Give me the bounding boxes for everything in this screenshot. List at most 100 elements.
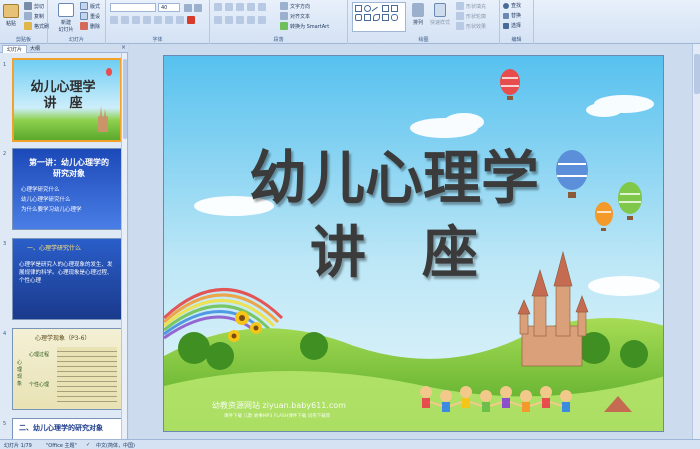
increase-indent-icon[interactable]	[247, 3, 255, 11]
delete-slide-button[interactable]: 删除	[80, 22, 100, 30]
arrange-icon	[412, 3, 424, 17]
char-spacing-icon[interactable]	[165, 16, 173, 24]
slide-thumbnail-4[interactable]: 心理学现象（P3-6） 心理现象 心理过程 个性心理	[12, 328, 122, 410]
new-slide-button[interactable]: 新建 幻灯片	[58, 3, 74, 33]
align-text-button[interactable]: 对齐文本	[280, 12, 310, 20]
arrange-button[interactable]: 排列	[412, 3, 424, 26]
quick-styles-button[interactable]: 快速样式	[430, 3, 450, 26]
bullets-icon[interactable]	[214, 3, 222, 11]
slide-title-line-1[interactable]: 幼儿心理学	[244, 146, 544, 210]
justify-icon[interactable]	[247, 16, 255, 24]
thumb-title: 幼儿心理学 讲 座	[30, 80, 96, 111]
cut-button[interactable]: 剪切	[24, 2, 44, 10]
thumb-label: 个性心理	[29, 382, 50, 388]
star-shape-icon[interactable]	[364, 14, 371, 21]
reset-icon	[80, 12, 88, 20]
decrease-indent-icon[interactable]	[236, 3, 244, 11]
thumb-lines	[57, 347, 117, 403]
shrink-font-button[interactable]	[194, 4, 202, 12]
rounded-rect-shape-icon[interactable]	[355, 14, 362, 21]
replace-icon	[503, 12, 509, 19]
slides-group-label: 幻灯片	[68, 37, 84, 43]
scrollbar-thumb[interactable]	[694, 54, 700, 94]
font-name-field[interactable]	[110, 3, 156, 12]
castle-icon	[98, 106, 108, 132]
close-icon[interactable]: ×	[121, 44, 126, 51]
curve-shape-icon[interactable]	[373, 14, 380, 21]
thumb-bullet: 心理学研究什么	[21, 187, 60, 193]
thumb-title: 二、幼儿心理学的研究对象	[19, 424, 103, 432]
rectangle-shape-icon[interactable]	[355, 5, 362, 12]
layout-button[interactable]: 版式	[80, 2, 100, 10]
replace-button[interactable]: 替换	[503, 12, 521, 19]
watermark-sub: 课件下载 儿歌 故事MP3 FLASH课件下载 试卷下载等	[224, 414, 331, 419]
bold-icon[interactable]	[110, 16, 118, 24]
slide-thumbnail-2[interactable]: 第一讲：幼儿心理学的 研究对象 心理学研究什么 幼儿心理学研究什么 为什么要学习…	[12, 148, 122, 230]
new-slide-icon	[58, 3, 74, 17]
brace-shape-icon[interactable]	[391, 14, 398, 21]
slide-thumbnail-5[interactable]: 二、幼儿心理学的研究对象	[12, 418, 122, 439]
numbering-icon[interactable]	[225, 3, 233, 11]
copy-button[interactable]: 复制	[24, 12, 44, 20]
shapes-gallery[interactable]	[352, 2, 406, 32]
quick-styles-icon	[434, 3, 446, 17]
line-spacing-icon[interactable]	[258, 3, 266, 11]
delete-icon	[80, 22, 88, 30]
callout-shape-icon[interactable]	[382, 14, 389, 21]
italic-icon[interactable]	[121, 16, 129, 24]
align-left-icon[interactable]	[214, 16, 222, 24]
spellcheck-icon[interactable]: ✓	[86, 442, 90, 448]
grow-font-button[interactable]	[184, 4, 192, 12]
thumb-bullet: 为什么要学习幼儿心理学	[21, 207, 82, 213]
thumb-body: 心理学是研究人的心理现象的发生、发展规律的科学。心理现象是心理过程、个性心理	[19, 262, 113, 284]
font-size-field[interactable]: 40	[158, 3, 180, 12]
oval-shape-icon[interactable]	[364, 5, 371, 12]
font-group-label: 字体	[152, 37, 163, 43]
align-right-icon[interactable]	[236, 16, 244, 24]
clipboard-group: 粘贴 剪切 复制 格式刷 剪贴板	[0, 0, 49, 44]
font-color-icon[interactable]	[187, 16, 195, 24]
current-slide[interactable]: 幼儿心理学 讲 座 幼教资源网站 ziyuan.baby611.com 课件下载…	[163, 55, 664, 432]
slide-title-line-2[interactable]: 讲 座	[274, 222, 514, 286]
grow-font-icon	[184, 4, 192, 12]
text-direction-icon	[280, 2, 288, 10]
effects-icon	[456, 22, 464, 30]
watermark-site: 幼教资源网站 ziyuan.baby611.com	[212, 401, 346, 410]
format-painter-button[interactable]: 格式刷	[24, 22, 49, 30]
cursor-icon	[503, 22, 509, 29]
text-direction-button[interactable]: 文字方向	[280, 2, 310, 10]
shape-fill-button[interactable]: 形状填充	[456, 2, 486, 10]
canvas-scrollbar[interactable]	[692, 44, 700, 439]
change-case-icon[interactable]	[176, 16, 184, 24]
language[interactable]: 中文(简体，中国)	[96, 442, 135, 449]
slide-counter: 幻灯片 1/79	[4, 443, 32, 449]
slide-thumbnail-3[interactable]: 一、心理学研究什么 心理学是研究人的心理现象的发生、发展规律的科学。心理现象是心…	[12, 238, 122, 320]
strikethrough-icon[interactable]	[143, 16, 151, 24]
arrow-shape-icon[interactable]	[382, 5, 389, 12]
columns-icon[interactable]	[258, 16, 266, 24]
paste-button[interactable]: 粘贴	[3, 4, 19, 27]
smartart-button[interactable]: 转换为 SmartArt	[280, 22, 329, 30]
pane-tabs: 幻灯片 大纲 ×	[0, 44, 128, 53]
tab-slides[interactable]: 幻灯片	[2, 45, 28, 53]
shrink-font-icon	[194, 4, 202, 12]
editing-group: 查找 替换 选择 编辑	[500, 0, 534, 44]
scrollbar-thumb[interactable]	[123, 59, 127, 139]
align-text-icon	[280, 12, 288, 20]
paragraph-group: 文字方向 对齐文本 转换为 SmartArt 段落	[210, 0, 348, 44]
paste-icon	[3, 4, 19, 18]
triangle-shape-icon[interactable]	[391, 5, 398, 12]
slide-thumbnail-1[interactable]: 幼儿心理学 讲 座	[12, 58, 122, 142]
underline-icon[interactable]	[132, 16, 140, 24]
clipboard-group-label: 剪贴板	[15, 37, 31, 43]
slide-number: 2	[3, 151, 7, 157]
align-center-icon[interactable]	[225, 16, 233, 24]
shadow-icon[interactable]	[154, 16, 162, 24]
shape-effects-button[interactable]: 形状效果	[456, 22, 486, 30]
find-button[interactable]: 查找	[503, 2, 521, 9]
shape-outline-button[interactable]: 形状轮廓	[456, 12, 486, 20]
pane-scrollbar[interactable]	[121, 53, 127, 439]
select-button[interactable]: 选择	[503, 22, 521, 29]
tab-outline[interactable]: 大纲	[26, 45, 44, 53]
reset-button[interactable]: 重设	[80, 12, 100, 20]
